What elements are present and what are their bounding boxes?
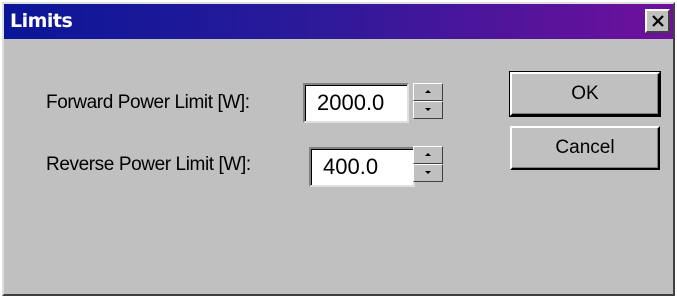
arrow-down-icon: [425, 171, 431, 174]
reverse-power-limit-input[interactable]: 400.0: [309, 147, 415, 187]
reverse-spin-up-button[interactable]: [413, 146, 443, 164]
close-icon: [652, 15, 664, 27]
forward-spin-up-button[interactable]: [413, 83, 443, 101]
reverse-power-limit-label: Reverse Power Limit [W]:: [46, 154, 251, 175]
ok-button[interactable]: OK: [509, 71, 661, 117]
forward-power-limit-spinner[interactable]: [413, 83, 443, 119]
title-bar[interactable]: Limits: [4, 4, 673, 39]
arrow-up-icon: [425, 90, 431, 93]
window-title: Limits: [10, 10, 73, 32]
close-button[interactable]: [645, 9, 670, 33]
reverse-power-limit-value: 400.0: [323, 154, 379, 179]
arrow-up-icon: [425, 153, 431, 156]
reverse-power-limit-spinner[interactable]: [413, 146, 443, 182]
reverse-spin-down-button[interactable]: [413, 164, 443, 182]
cancel-button[interactable]: Cancel: [510, 126, 660, 170]
forward-power-limit-input[interactable]: 2000.0: [303, 83, 409, 123]
forward-power-limit-value: 2000.0: [317, 90, 385, 115]
limits-dialog: Limits Forward Power Limit [W]: 2000.0 R…: [2, 2, 675, 296]
arrow-down-icon: [425, 108, 431, 111]
forward-power-limit-label: Forward Power Limit [W]:: [46, 92, 250, 113]
forward-spin-down-button[interactable]: [413, 101, 443, 119]
